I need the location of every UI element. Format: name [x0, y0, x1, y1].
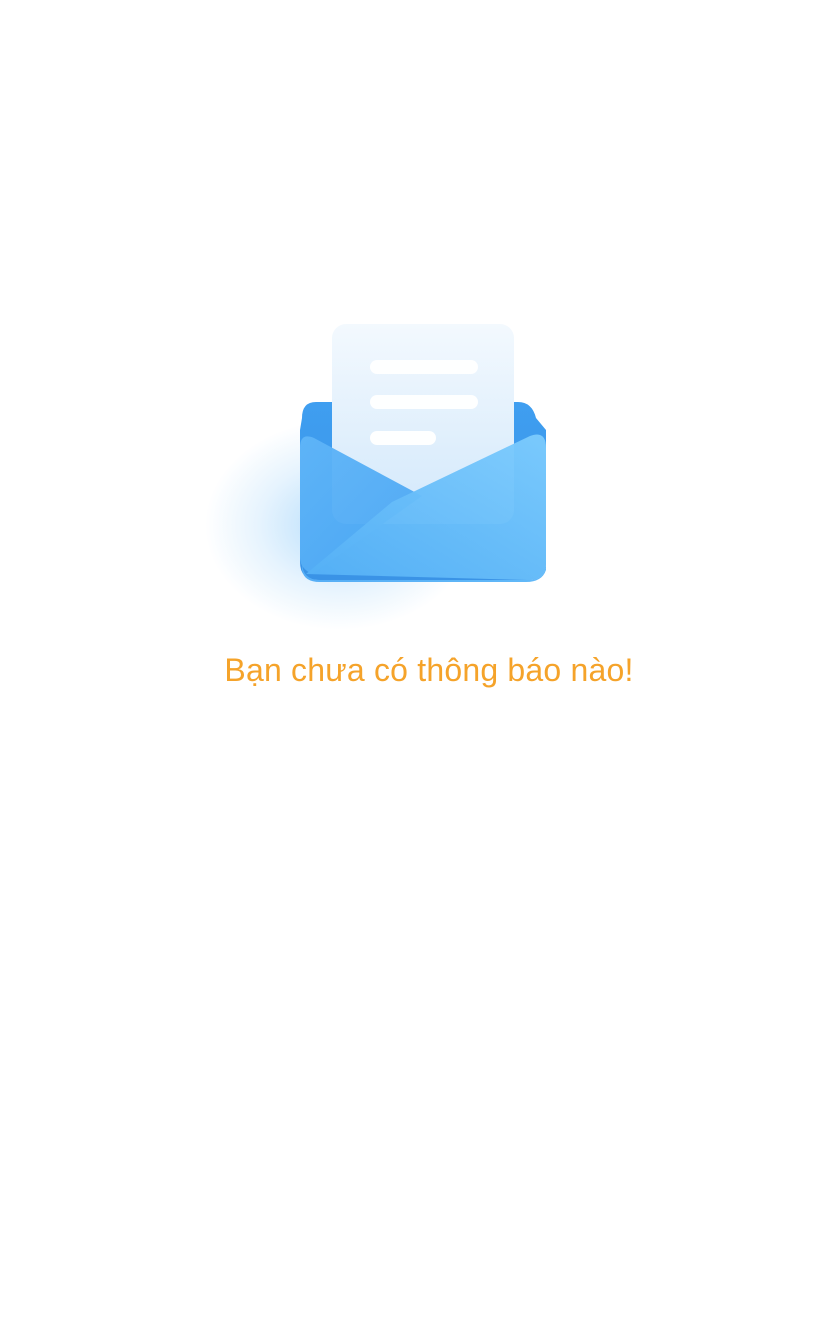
open-envelope-letter-icon [190, 300, 590, 640]
empty-notifications-message: Bạn chưa có thông báo nào! [224, 652, 634, 688]
letter-line-3 [370, 431, 436, 445]
letter-line-1 [370, 360, 478, 374]
letter-line-2 [370, 395, 478, 409]
notifications-screen: Bạn chưa có thông báo nào! [0, 0, 828, 1334]
empty-notifications-state: Bạn chưa có thông báo nào! [0, 0, 828, 1334]
